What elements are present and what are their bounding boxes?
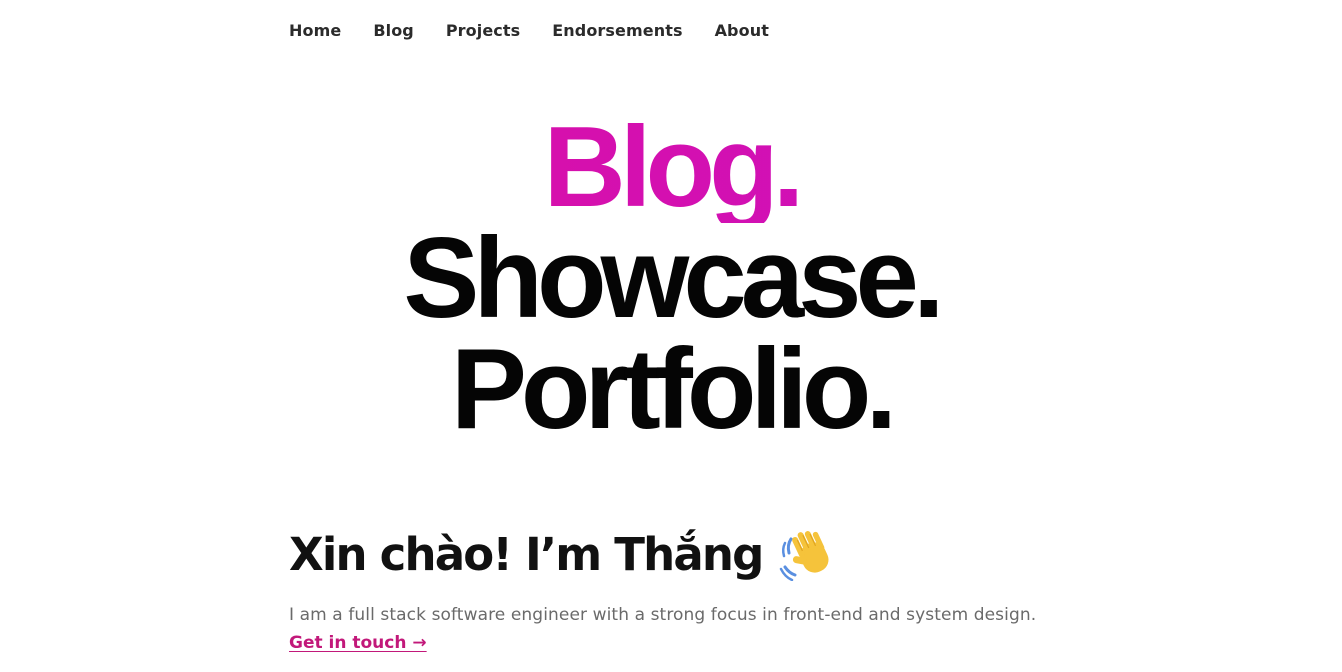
hero-heading: Blog. Showcase. Portfolio. bbox=[0, 111, 1342, 453]
top-navigation: Home Blog Projects Endorsements About bbox=[289, 18, 769, 44]
waving-hand-icon bbox=[779, 529, 837, 582]
nav-link-about[interactable]: About bbox=[715, 18, 769, 44]
intro-section: Xin chào! I’m Thắng I am a full stack so… bbox=[289, 525, 1109, 657]
page: Home Blog Projects Endorsements About Bl… bbox=[0, 0, 1342, 672]
hero-line-showcase: Showcase. bbox=[403, 215, 944, 342]
hero-line-portfolio: Portfolio. bbox=[450, 326, 897, 453]
bio-text: I am a full stack software engineer with… bbox=[289, 605, 1037, 625]
nav-link-home[interactable]: Home bbox=[289, 18, 341, 44]
nav-link-projects[interactable]: Projects bbox=[446, 18, 520, 44]
hero-line-blog: Blog. bbox=[0, 111, 1342, 225]
greeting-text: Xin chào! I’m Thắng bbox=[289, 528, 764, 581]
nav-link-blog[interactable]: Blog bbox=[373, 18, 414, 44]
get-in-touch-link[interactable]: Get in touch → bbox=[289, 629, 427, 657]
nav-link-endorsements[interactable]: Endorsements bbox=[552, 18, 682, 44]
greeting-heading: Xin chào! I’m Thắng bbox=[289, 525, 1109, 585]
